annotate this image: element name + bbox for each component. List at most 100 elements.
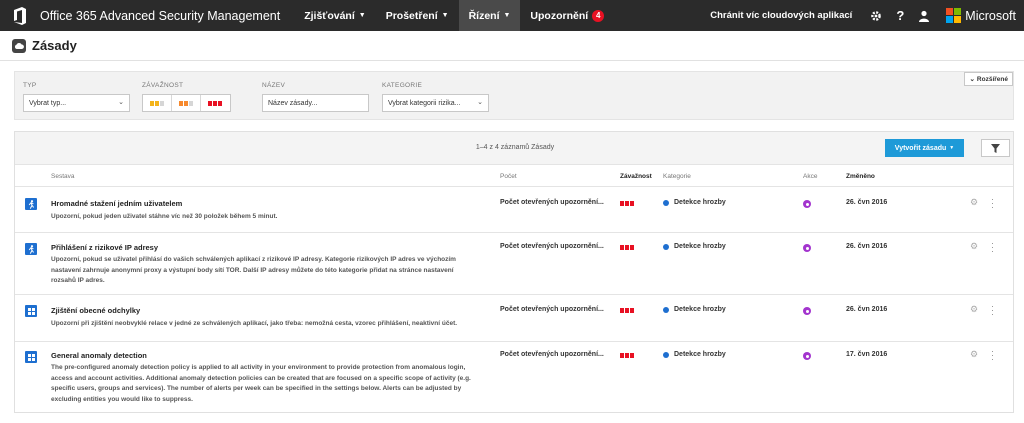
topbar-right: Chránit víc cloudových aplikací ? Micros… <box>710 0 1024 31</box>
row-modified-date: 26. čvn 2016 <box>846 243 888 250</box>
severity-indicator <box>620 245 635 250</box>
nav-discover[interactable]: Zjišťování ▼ <box>294 0 375 31</box>
gear-icon[interactable]: ⚙ <box>970 241 978 252</box>
header-modified[interactable]: Změněno <box>846 173 875 180</box>
nav-control-label: Řízení <box>468 9 500 22</box>
chevron-down-icon: ▼ <box>503 12 511 19</box>
table-row[interactable]: Zjištění obecné odchylky Upozorní při zj… <box>15 295 1013 342</box>
row-category: Detekce hrozby <box>663 306 726 313</box>
nav-investigate-label: Prošetření <box>385 9 438 22</box>
category-dot-icon <box>663 351 669 358</box>
table-row[interactable]: Přihlášení z rizikové IP adresy Upozorní… <box>15 233 1013 295</box>
table-row[interactable]: Hromadné stažení jedním uživatelem Upozo… <box>15 187 1013 233</box>
chevron-down-icon: ▼ <box>358 12 366 19</box>
more-options-icon[interactable]: · · · <box>991 239 994 256</box>
alerts-count-badge: 4 <box>592 9 605 22</box>
nav-alerts-label: Upozornění <box>530 9 589 22</box>
row-title[interactable]: Zjištění obecné odchylky <box>51 306 140 315</box>
nav-alerts[interactable]: Upozornění 4 <box>520 0 614 31</box>
header-severity[interactable]: Závažnost <box>620 173 652 180</box>
header-count[interactable]: Počet <box>500 173 517 180</box>
severity-low-button[interactable] <box>143 95 172 111</box>
severity-filter-label: ZÁVAŽNOST <box>142 82 184 89</box>
row-category-label: Detekce hrozby <box>674 351 726 358</box>
connect-apps-link[interactable]: Chránit víc cloudových aplikací <box>710 10 852 21</box>
microsoft-brand-text: Microsoft <box>965 8 1016 23</box>
header-action[interactable]: Akce <box>803 173 817 180</box>
gear-icon[interactable]: ⚙ <box>970 197 978 208</box>
row-category: Detekce hrozby <box>663 199 726 206</box>
row-modified-date: 26. čvn 2016 <box>846 306 888 313</box>
severity-indicator <box>620 353 635 358</box>
records-count: 1–4 z 4 záznamů Zásady <box>475 144 555 151</box>
row-category-label: Detekce hrozby <box>674 243 726 250</box>
category-dot-icon <box>663 243 669 250</box>
row-alert-count[interactable]: Počet otevřených upozornění... <box>500 306 604 313</box>
row-alert-count[interactable]: Počet otevřených upozornění... <box>500 351 604 358</box>
alert-action-icon <box>803 200 811 208</box>
category-filter-select[interactable]: Vybrat kategorii rizika... ⌄ <box>382 94 489 112</box>
create-policy-label: Vytvořit zásadu <box>894 144 947 152</box>
type-filter-label: TYP <box>23 82 37 89</box>
severity-filter <box>142 94 231 112</box>
nav-investigate[interactable]: Prošetření ▼ <box>376 0 459 31</box>
row-category-label: Detekce hrozby <box>674 306 726 313</box>
gear-icon[interactable]: ⚙ <box>970 304 978 315</box>
gear-icon[interactable]: ⚙ <box>970 349 978 360</box>
alert-action-icon <box>803 307 811 315</box>
row-modified-date: 17. čvn 2016 <box>846 351 888 358</box>
row-title[interactable]: Hromadné stažení jedním uživatelem <box>51 199 182 208</box>
funnel-icon <box>991 143 1000 153</box>
chevron-down-icon: ▼ <box>441 12 449 19</box>
row-description: The pre-configured anomaly detection pol… <box>51 364 471 403</box>
header-report[interactable]: Sestava <box>51 173 75 180</box>
name-filter-input[interactable]: Název zásady... <box>262 94 369 112</box>
app-title[interactable]: Office 365 Advanced Security Management <box>40 9 280 23</box>
chevron-down-icon: ⌄ <box>477 99 483 106</box>
row-description: Upozorní, pokud se uživatel přihlásí do … <box>51 256 456 284</box>
type-filter-select[interactable]: Vybrat typ... ⌄ <box>23 94 130 112</box>
grid-icon <box>25 351 37 363</box>
advanced-filter-button[interactable]: ⌄ Rozšířené <box>964 72 1013 86</box>
gear-icon[interactable] <box>864 10 888 22</box>
row-title[interactable]: General anomaly detection <box>51 351 147 360</box>
row-alert-count[interactable]: Počet otevřených upozornění... <box>500 243 604 250</box>
category-filter-label: KATEGORIE <box>382 82 423 89</box>
name-filter-placeholder: Název zásady... <box>268 99 318 107</box>
row-alert-count[interactable]: Počet otevřených upozornění... <box>500 199 604 206</box>
type-filter-value: Vybrat typ... <box>29 99 67 107</box>
row-description: Upozorní při zjištění neobvyklé relace v… <box>51 320 458 327</box>
alert-action-icon <box>803 244 811 252</box>
grid-icon <box>25 305 37 317</box>
filter-bar: TYP Vybrat typ... ⌄ ZÁVAŽNOST NÁZEV Náze… <box>14 71 1014 120</box>
page-title: Zásady <box>32 38 77 53</box>
more-options-icon[interactable]: · · · <box>991 302 994 319</box>
nav-discover-label: Zjišťování <box>304 9 355 22</box>
row-category: Detekce hrozby <box>663 243 726 250</box>
user-icon[interactable] <box>912 10 936 22</box>
header-category[interactable]: Kategorie <box>663 173 691 180</box>
create-policy-button[interactable]: Vytvořit zásadu ▼ <box>885 139 964 157</box>
name-filter-label: NÁZEV <box>262 82 286 89</box>
more-options-icon[interactable]: · · · <box>991 347 994 364</box>
more-options-icon[interactable]: · · · <box>991 195 994 212</box>
severity-medium-button[interactable] <box>172 95 201 111</box>
row-title[interactable]: Přihlášení z rizikové IP adresy <box>51 243 158 252</box>
nav-control[interactable]: Řízení ▼ <box>458 0 521 31</box>
row-category-label: Detekce hrozby <box>674 199 726 206</box>
table-header: Sestava Počet Závažnost Kategorie Akce Z… <box>15 165 1013 187</box>
alert-action-icon <box>803 352 811 360</box>
microsoft-logo-icon <box>946 8 962 23</box>
top-bar: Office 365 Advanced Security Management … <box>0 0 1024 31</box>
severity-high-button[interactable] <box>201 95 230 111</box>
category-filter-value: Vybrat kategorii rizika... <box>388 99 461 107</box>
chevron-down-icon: ⌄ <box>969 76 975 83</box>
row-category: Detekce hrozby <box>663 351 726 358</box>
table-row[interactable]: General anomaly detection The pre-config… <box>15 342 1013 413</box>
category-dot-icon <box>663 199 669 206</box>
help-icon[interactable]: ? <box>888 8 912 23</box>
office-logo-icon[interactable] <box>8 4 32 28</box>
chevron-down-icon: ⌄ <box>118 99 124 106</box>
cloud-icon <box>12 38 26 53</box>
filter-button[interactable] <box>981 139 1010 157</box>
